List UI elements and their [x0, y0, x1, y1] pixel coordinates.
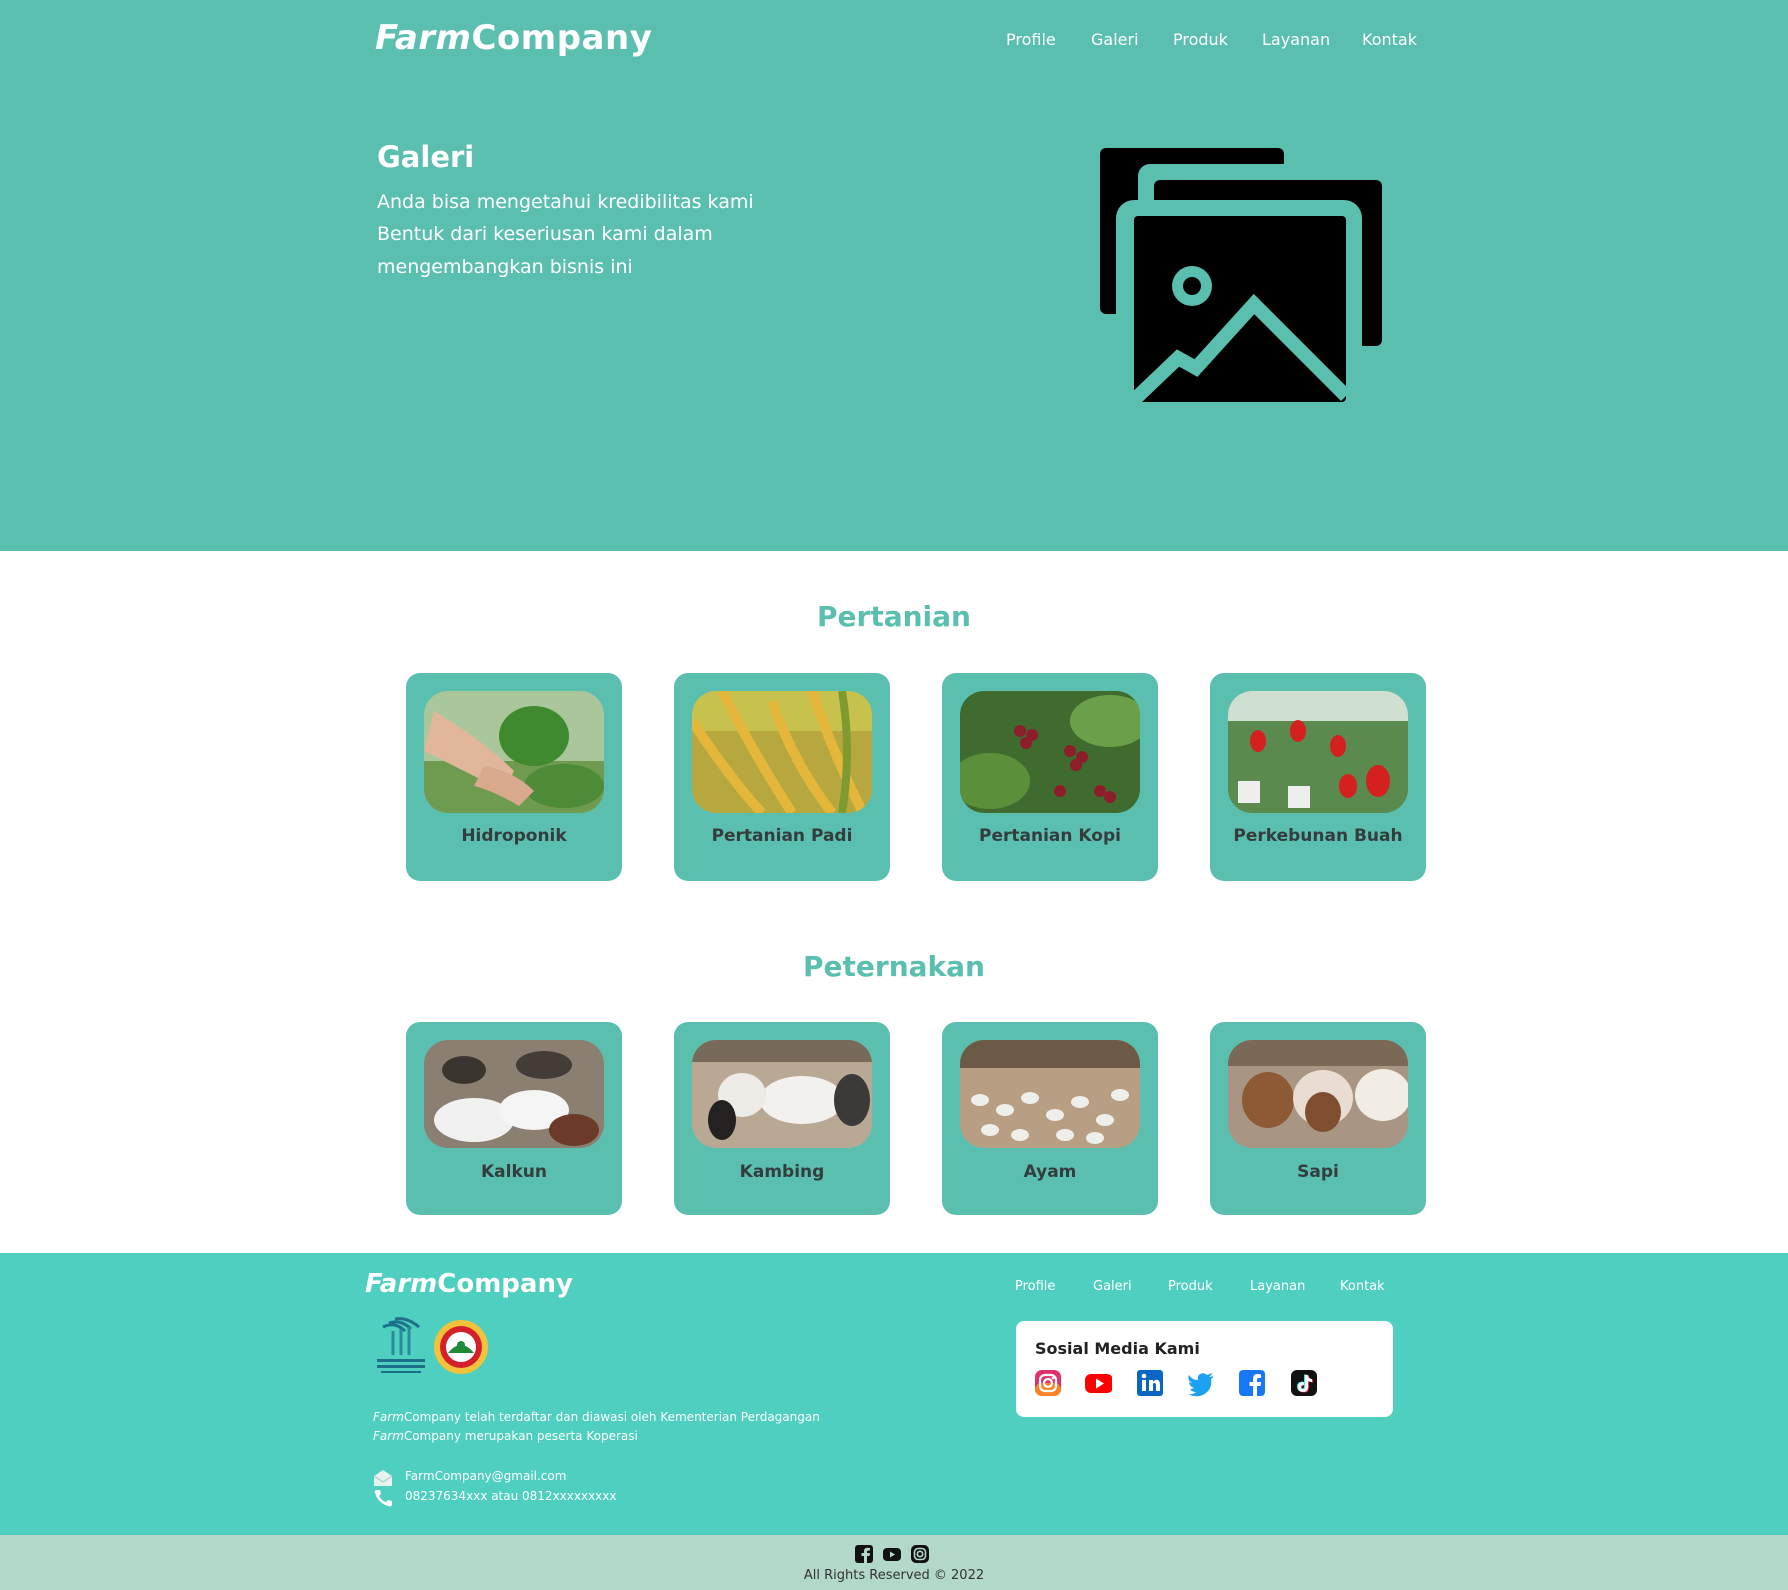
card-label-sapi: Sapi [1297, 1162, 1339, 1182]
instagram-icon[interactable] [910, 1544, 930, 1564]
facebook-icon[interactable] [1238, 1369, 1266, 1397]
youtube-icon[interactable] [1084, 1369, 1112, 1397]
nav-profile[interactable]: Profile [1006, 30, 1056, 49]
twitter-icon[interactable] [1187, 1369, 1215, 1397]
card-pertanian-kopi[interactable]: Pertanian Kopi [942, 673, 1158, 881]
copyright-text: All Rights Reserved © 2022 [803, 1568, 985, 1583]
site-logo[interactable]: FarmCompany [375, 18, 652, 58]
kambing-photo [692, 1040, 872, 1148]
sapi-photo [1228, 1040, 1408, 1148]
card-label-kalkun: Kalkun [481, 1162, 547, 1182]
footer-nav-produk[interactable]: Produk [1168, 1279, 1213, 1294]
social-media-title: Sosial Media Kami [1035, 1339, 1200, 1358]
logo-farm-text: Farm [375, 18, 472, 58]
hidroponik-photo [424, 691, 604, 813]
footer-logo[interactable]: FarmCompany [365, 1269, 573, 1299]
hero-text-line-1: Anda bisa mengetahui kredibilitas kami [377, 191, 754, 213]
kementerian-perdagangan-logo [377, 1317, 425, 1373]
footer-nav-profile[interactable]: Profile [1015, 1279, 1055, 1294]
card-label-pertanian-padi: Pertanian Padi [711, 826, 853, 846]
footer-phone[interactable]: 08237634xxx atau 0812xxxxxxxxx [405, 1489, 616, 1503]
footer-logo-farm-text: Farm [365, 1269, 438, 1299]
card-label-hidroponik: Hidroponik [461, 826, 567, 846]
footer-logo-company-text: Company [437, 1269, 573, 1299]
koperasi-emblem-logo [434, 1320, 488, 1374]
reg2-text: merupakan peserta Koperasi [460, 1429, 638, 1443]
nav-galeri[interactable]: Galeri [1091, 30, 1139, 49]
footer-nav-layanan[interactable]: Layanan [1250, 1279, 1305, 1294]
footer-email[interactable]: FarmCompany@gmail.com [405, 1469, 566, 1483]
nav-produk[interactable]: Produk [1173, 30, 1228, 49]
kalkun-photo [424, 1040, 604, 1148]
instagram-icon[interactable] [1034, 1369, 1062, 1397]
hero-text-line-3: mengembangkan bisnis ini [377, 256, 633, 278]
ayam-photo [960, 1040, 1140, 1148]
tiktok-icon[interactable] [1290, 1369, 1318, 1397]
section-title-pertanian: Pertanian [817, 600, 971, 633]
footer-registration-line-2: FarmCompany merupakan peserta Koperasi [373, 1429, 638, 1443]
nav-layanan[interactable]: Layanan [1262, 30, 1330, 49]
social-media-box: Sosial Media Kami [1016, 1321, 1393, 1417]
perkebunan-buah-photo [1228, 691, 1408, 813]
hero-title: Galeri [377, 140, 475, 174]
card-kambing[interactable]: Kambing [674, 1022, 890, 1215]
footer-nav-kontak[interactable]: Kontak [1340, 1279, 1385, 1294]
phone-icon [374, 1490, 392, 1507]
reg1-text: telah terdaftar dan diawasi oleh Kemente… [460, 1410, 820, 1424]
linkedin-icon[interactable] [1136, 1369, 1164, 1397]
reg1-brand-company: Company [403, 1410, 461, 1424]
email-icon [373, 1470, 393, 1486]
reg2-brand-company: Company [403, 1429, 461, 1443]
hero-section: FarmCompany Profile Galeri Produk Layana… [0, 0, 1788, 551]
gallery-images-icon [1100, 148, 1386, 402]
hero-text-line-2: Bentuk dari keseriusan kami dalam [377, 223, 713, 245]
card-pertanian-padi[interactable]: Pertanian Padi [674, 673, 890, 881]
reg2-brand-farm: Farm [373, 1429, 404, 1443]
card-label-kambing: Kambing [739, 1162, 825, 1182]
reg1-brand-farm: Farm [373, 1410, 404, 1424]
pertanian-padi-photo [692, 691, 872, 813]
card-hidroponik[interactable]: Hidroponik [406, 673, 622, 881]
card-label-ayam: Ayam [1023, 1162, 1077, 1182]
youtube-icon[interactable] [882, 1544, 902, 1564]
card-label-pertanian-kopi: Pertanian Kopi [979, 826, 1121, 846]
footer-registration-line-1: FarmCompany telah terdaftar dan diawasi … [373, 1410, 820, 1424]
bottom-bar: All Rights Reserved © 2022 [0, 1535, 1788, 1590]
pertanian-kopi-photo [960, 691, 1140, 813]
card-ayam[interactable]: Ayam [942, 1022, 1158, 1215]
facebook-icon[interactable] [854, 1544, 874, 1564]
card-sapi[interactable]: Sapi [1210, 1022, 1426, 1215]
card-kalkun[interactable]: Kalkun [406, 1022, 622, 1215]
footer: FarmCompany Profile Galeri Produk Layana… [0, 1253, 1788, 1535]
footer-nav-galeri[interactable]: Galeri [1093, 1279, 1132, 1294]
section-title-peternakan: Peternakan [803, 950, 985, 983]
card-label-perkebunan-buah: Perkebunan Buah [1233, 826, 1403, 846]
logo-company-text: Company [471, 18, 653, 58]
nav-kontak[interactable]: Kontak [1362, 30, 1417, 49]
card-perkebunan-buah[interactable]: Perkebunan Buah [1210, 673, 1426, 881]
